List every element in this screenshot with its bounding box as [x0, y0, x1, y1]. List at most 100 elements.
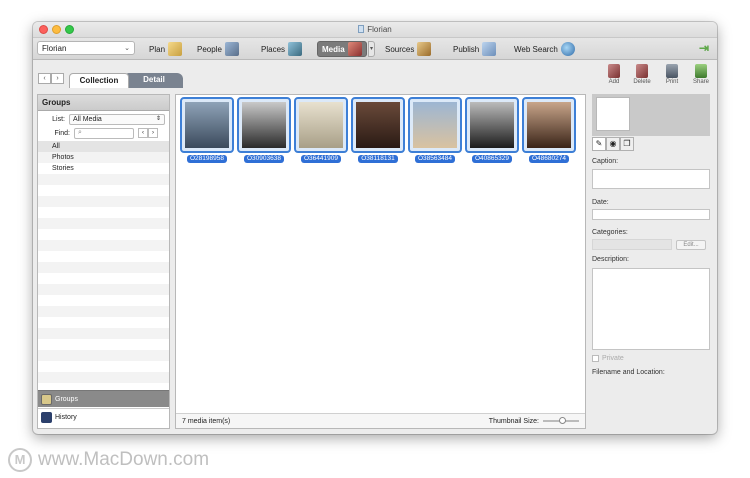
print-icon	[666, 64, 678, 78]
nav-publish-label: Publish	[453, 44, 480, 54]
photo-image	[413, 102, 457, 148]
delete-label: Delete	[633, 79, 651, 85]
tree-selector-value: Florian	[42, 44, 67, 53]
media-thumbnail[interactable]: O40865329	[465, 97, 519, 163]
tab-collection[interactable]: Collection	[69, 73, 129, 88]
find-row: Find: ⌕ ‹ ›	[38, 126, 169, 140]
nav-web-search[interactable]: Web Search	[514, 41, 575, 57]
search-icon: ⌕	[78, 129, 82, 136]
add-button[interactable]: Add	[602, 64, 626, 85]
detail-view-tabs: ✎ ◉ ❐	[592, 137, 634, 151]
media-thumbnail[interactable]: O48680274	[522, 97, 576, 163]
nav-publish[interactable]: Publish	[453, 41, 497, 57]
categories-label: Categories:	[592, 229, 628, 236]
media-menu-arrow[interactable]: ▾	[368, 41, 375, 57]
media-preview	[592, 94, 710, 136]
view-tab-bar: ‹ › Detail Collection Add Delete Print S…	[33, 61, 717, 89]
sources-icon	[417, 42, 432, 56]
nav-web-search-label: Web Search	[514, 44, 558, 54]
share-icon	[695, 64, 707, 78]
add-media-icon	[608, 64, 620, 78]
people-links-icon[interactable]: ◉	[606, 137, 620, 151]
caption-field[interactable]	[592, 169, 710, 189]
group-item-stories[interactable]: Stories	[38, 163, 169, 174]
media-thumbnail[interactable]: O38118131	[351, 97, 405, 163]
categories-field	[592, 239, 672, 250]
slider-knob[interactable]	[559, 417, 566, 424]
thumbnail-size-label: Thumbnail Size:	[488, 417, 539, 425]
history-arrows: ‹ ›	[38, 73, 64, 84]
group-item-all[interactable]: All	[38, 141, 169, 152]
groups-footer-tab[interactable]: Groups	[38, 390, 169, 407]
watermark-logo: M	[8, 448, 32, 472]
media-thumbnail[interactable]: O28198958	[180, 97, 234, 163]
nav-media[interactable]: Media	[317, 41, 367, 57]
media-id-label: O38118131	[358, 155, 398, 163]
date-field[interactable]	[592, 209, 710, 220]
copy-icon[interactable]: ❐	[620, 137, 634, 151]
find-nav: ‹ ›	[138, 128, 158, 138]
nav-sources[interactable]: Sources	[385, 41, 432, 57]
newspaper-image	[299, 102, 343, 148]
photo-image	[185, 102, 229, 148]
private-checkbox-row[interactable]: Private	[592, 355, 624, 362]
web-search-icon	[560, 42, 575, 56]
media-thumbnail[interactable]: O38563484	[408, 97, 462, 163]
media-id-label: O36441909	[301, 155, 341, 163]
print-label: Print	[665, 79, 679, 85]
app-window: Florian Florian ⌄ Plan People Places Med…	[33, 22, 717, 434]
edit-categories-button[interactable]: Edit...	[676, 240, 706, 250]
title-bar: Florian	[33, 22, 717, 38]
media-browser: O28198958 O30903638 O36441909 O38118131 …	[175, 94, 586, 429]
photo-image	[470, 102, 514, 148]
thumbnail-size-control: Thumbnail Size:	[488, 417, 579, 425]
nav-places[interactable]: Places	[261, 41, 303, 57]
groups-icon	[41, 393, 52, 405]
filename-location-label: Filename and Location:	[592, 369, 665, 376]
nav-plan[interactable]: Plan	[149, 41, 183, 57]
back-arrow-icon[interactable]: ‹	[38, 73, 51, 84]
tree-selector[interactable]: Florian ⌄	[37, 41, 135, 55]
date-label: Date:	[592, 199, 609, 206]
photo-image	[242, 102, 286, 148]
thumbnail-frame	[294, 97, 348, 153]
list-select[interactable]: All Media ⇕	[69, 113, 165, 125]
share-button[interactable]: Share	[689, 64, 713, 85]
nav-people-label: People	[197, 44, 222, 54]
thumbnail-size-slider[interactable]	[543, 417, 579, 424]
thumbnail-frame	[237, 97, 291, 153]
description-field[interactable]	[592, 268, 710, 350]
nav-sources-label: Sources	[385, 44, 415, 54]
delete-button[interactable]: Delete	[630, 64, 654, 85]
nav-places-label: Places	[261, 44, 286, 54]
thumbnail-frame	[351, 97, 405, 153]
caption-label: Caption:	[592, 158, 619, 165]
find-next-icon[interactable]: ›	[148, 128, 158, 138]
groups-sidebar: Groups List: All Media ⇕ Find: ⌕ ‹ › All…	[37, 94, 170, 429]
history-footer-label: History	[55, 413, 77, 421]
media-id-label: O48680274	[529, 155, 569, 163]
chevron-down-icon: ⌄	[124, 45, 130, 52]
private-label: Private	[602, 355, 624, 362]
private-checkbox[interactable]	[592, 355, 599, 362]
edit-icon[interactable]: ✎	[592, 137, 606, 151]
thumbnail-frame	[408, 97, 462, 153]
delete-media-icon	[636, 64, 648, 78]
list-label: List:	[52, 115, 65, 123]
group-item-photos[interactable]: Photos	[38, 152, 169, 163]
find-prev-icon[interactable]: ‹	[138, 128, 148, 138]
media-thumbnail[interactable]: O36441909	[294, 97, 348, 163]
plan-icon	[168, 42, 183, 56]
media-details-panel: ✎ ◉ ❐ Caption: Date: Categories: Edit...…	[590, 94, 712, 429]
print-button[interactable]: Print	[660, 64, 684, 85]
history-footer-tab[interactable]: History	[38, 408, 169, 425]
places-icon	[288, 42, 303, 56]
tab-detail[interactable]: Detail	[125, 73, 183, 88]
nav-people[interactable]: People	[197, 41, 239, 57]
forward-arrow-icon[interactable]: ›	[51, 73, 64, 84]
exit-icon[interactable]: ⇥	[699, 41, 709, 55]
document-icon	[358, 25, 365, 33]
thumbnail-frame	[465, 97, 519, 153]
media-thumbnail[interactable]: O30903638	[237, 97, 291, 163]
find-input[interactable]: ⌕	[74, 127, 134, 139]
